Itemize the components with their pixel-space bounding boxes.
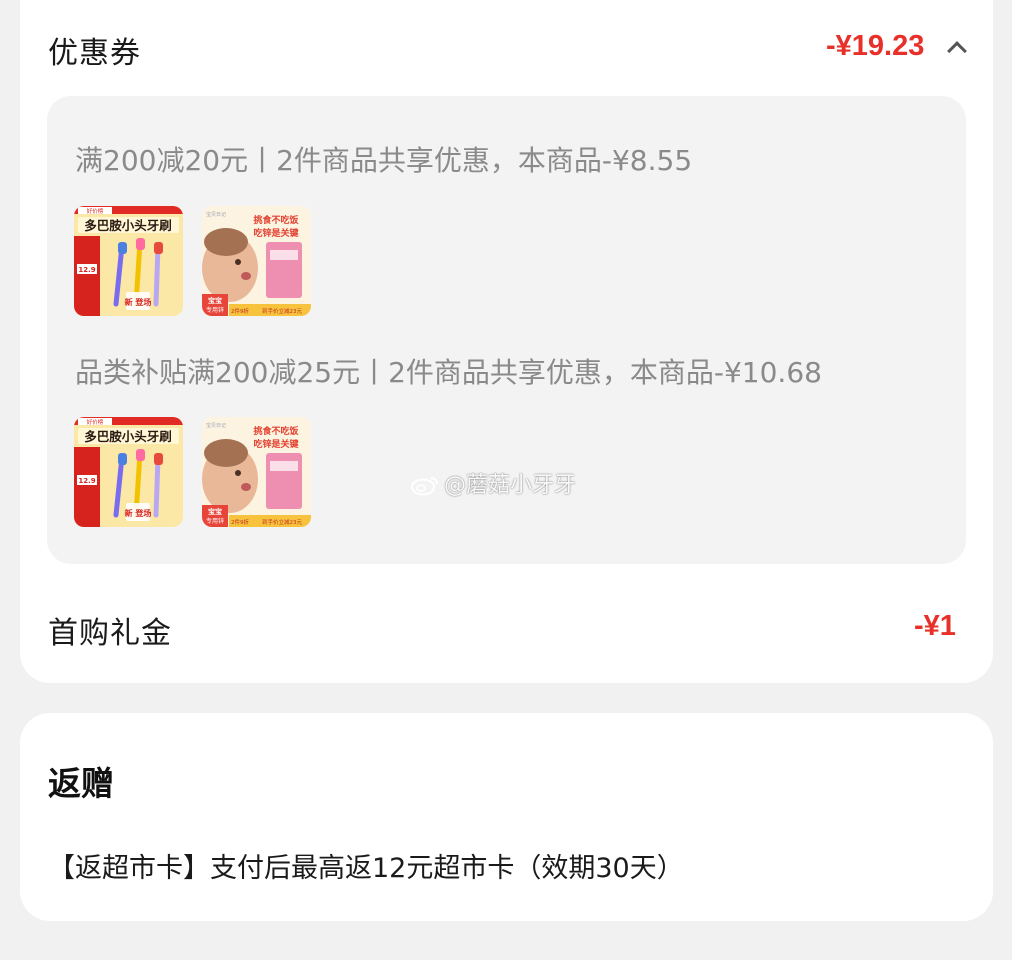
zinc-headline-1: 挑食不吃饭	[253, 214, 298, 226]
product-thumb-zinc[interactable]: 宝贝日记 挑食不吃饭 吃锌是关键 宝宝 专用锌 2件9折 到手价立减23元	[202, 417, 311, 527]
toothbrush-price: 12.9	[78, 477, 95, 485]
coupon-label: 优惠券	[48, 36, 141, 71]
toothbrush-title: 多巴胺小头牙刷	[84, 429, 172, 444]
toothbrush-top-tag: 好价榜	[87, 418, 104, 426]
zinc-promo-a: 2件9折	[231, 307, 249, 315]
toothbrush-stamp: 新 登场	[125, 297, 152, 307]
zinc-badge-a: 宝宝	[208, 296, 222, 305]
product-thumb-zinc[interactable]: 宝贝日记 挑食不吃饭 吃锌是关键 宝宝 专用锌 2件9折 到手价立减23元	[202, 206, 311, 316]
zinc-badge-a: 宝宝	[208, 507, 222, 516]
coupon-amount[interactable]: -¥19.23	[826, 30, 924, 63]
toothbrush-stamp: 新 登场	[125, 508, 152, 518]
zinc-brand: 宝贝日记	[206, 211, 226, 218]
zinc-promo-a: 2件9折	[231, 518, 249, 526]
promo-line-2: 品类补贴满200减25元丨2件商品共享优惠，本商品-¥10.68	[75, 356, 822, 389]
zinc-headline-2: 吃锌是关键	[253, 227, 299, 239]
first-purchase-label: 首购礼金	[48, 616, 172, 651]
weibo-icon	[411, 477, 438, 496]
promo-line-1: 满200减20元丨2件商品共享优惠，本商品-¥8.55	[75, 144, 693, 177]
zinc-badge-b: 专用锌	[206, 306, 224, 314]
watermark-text: @蘑菇小牙牙	[444, 473, 577, 498]
gift-card: 返赠 【返超市卡】支付后最高返12元超市卡（效期30天）	[20, 713, 993, 921]
product-thumb-toothbrush[interactable]: 好价榜 多巴胺小头牙刷 12.9 新 登场	[74, 206, 183, 316]
zinc-headline-1: 挑食不吃饭	[253, 425, 298, 437]
zinc-promo-b: 到手价立减23元	[262, 307, 302, 315]
zinc-promo-b: 到手价立减23元	[262, 518, 302, 526]
first-purchase-amount: -¥1	[914, 610, 956, 642]
toothbrush-title: 多巴胺小头牙刷	[84, 218, 172, 233]
toothbrush-price: 12.9	[78, 266, 95, 274]
gift-section-title: 返赠	[48, 764, 114, 803]
watermark: @蘑菇小牙牙	[410, 467, 576, 499]
product-thumb-toothbrush[interactable]: 好价榜 多巴胺小头牙刷 12.9 新 登场	[74, 417, 183, 527]
toothbrush-top-tag: 好价榜	[87, 207, 104, 215]
gift-description: 【返超市卡】支付后最高返12元超市卡（效期30天）	[48, 853, 684, 884]
discount-card: 优惠券 -¥19.23 满200减20元丨2件商品共享优惠，本商品-¥8.55 …	[20, 0, 993, 683]
zinc-brand: 宝贝日记	[206, 422, 226, 429]
zinc-badge-b: 专用锌	[206, 517, 224, 525]
chevron-up-icon[interactable]	[947, 41, 967, 61]
zinc-headline-2: 吃锌是关键	[253, 438, 299, 450]
